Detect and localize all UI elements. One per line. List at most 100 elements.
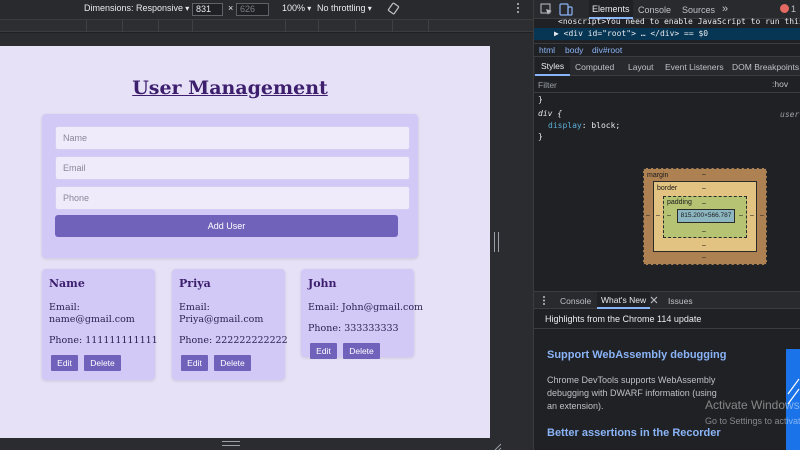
delete-button[interactable]: Delete [214,355,251,371]
user-phone: Phone: 333333333 [308,323,399,334]
user-email: Email: name@gmail.com [49,302,151,326]
border-left-value: – [656,212,660,219]
user-email: Email: Priya@gmail.com [179,302,281,326]
throttling-dropdown[interactable]: No throttling [317,3,372,13]
margin-label: margin [647,172,669,179]
divider [534,328,800,329]
css-property: display [548,121,582,130]
whats-new-body: Chrome DevTools supports WebAssembly deb… [547,375,717,411]
breadcrumb-body[interactable]: body [565,45,583,55]
padding-right-value: – [739,212,743,219]
dom-breadcrumbs: html body div#root [534,43,800,57]
error-icon[interactable] [780,4,789,13]
css-brace: } [538,132,543,141]
add-user-form: Name Email Phone Add User [42,114,418,258]
activate-windows-watermark: Activate Windows [705,398,800,412]
user-name: John [308,277,337,290]
margin-left-value: – [646,212,650,219]
tab-console[interactable]: Console [638,5,671,15]
user-card: Name Email: name@gmail.com Phone: 111111… [42,269,158,380]
tab-dom-breakpoints[interactable]: DOM Breakpoints [732,62,799,72]
user-phone: Phone: 222222222222 [179,335,288,346]
device-toolbar: Dimensions: Responsive 831 × 626 100% No… [0,0,533,20]
css-declaration[interactable]: display: block; [548,121,620,130]
css-brace: } [538,95,543,104]
tab-sources[interactable]: Sources [682,5,715,15]
email-line: Email: John@gmail.com [308,302,424,313]
delete-button[interactable]: Delete [343,343,380,359]
email-line: Email: [49,302,80,313]
edit-button[interactable]: Edit [310,343,337,359]
viewport-resize-handle-bottom[interactable] [222,441,240,446]
dom-node-root-selected[interactable]: ▶ <div id="root"> … </div> == $0 [534,28,800,40]
whats-new-subtitle: Highlights from the Chrome 114 update [545,314,702,324]
media-query-bar [0,20,533,32]
zoom-dropdown[interactable]: 100% [282,3,311,13]
device-toggle-icon[interactable] [559,3,573,18]
margin-top-value: – [702,171,706,178]
padding-bottom-value: – [702,228,706,235]
user-phone: Phone: 111111111111 [49,335,158,346]
user-name: Priya [179,277,211,290]
delete-button[interactable]: Delete [84,355,121,371]
page-title: User Management [132,77,328,99]
dimensions-dropdown[interactable]: Dimensions: Responsive [84,3,189,13]
dom-node-noscript[interactable]: <noscript>You need to enable JavaScript … [558,17,800,26]
page-viewport: User Management Name Email Phone Add Use… [0,46,490,438]
phone-input[interactable]: Phone [55,186,410,210]
close-icon[interactable] [650,296,658,306]
styles-filter-input[interactable]: Filter [538,79,763,91]
height-input[interactable]: 626 [236,3,269,16]
margin-bottom-value: – [702,254,706,261]
hover-state-toggle[interactable]: :hov [772,79,788,89]
email-input[interactable]: Email [55,156,410,180]
tab-event-listeners[interactable]: Event Listeners [665,62,724,72]
drawer-menu-icon[interactable] [542,295,546,308]
css-source-label: user [780,110,800,119]
css-selector[interactable]: div { [538,109,562,118]
user-card: John Email: John@gmail.com Phone: 333333… [301,269,424,359]
email-line: name@gmail.com [49,314,135,325]
inspect-element-icon[interactable] [540,3,553,18]
dom-tree: <noscript>You need to enable JavaScript … [534,17,800,43]
tab-computed[interactable]: Computed [575,62,614,72]
viewport-resize-corner[interactable] [492,440,502,450]
activate-windows-subtitle: Go to Settings to activate Windows. [705,416,800,426]
padding-left-value: – [667,212,671,219]
border-bottom-value: – [702,242,706,249]
dimension-separator: × [228,3,234,13]
email-line: Email: [179,302,210,313]
name-input[interactable]: Name [55,126,410,150]
css-rules: } div { user display: block; } [534,94,800,144]
more-options-icon[interactable] [516,2,520,16]
css-value: : block; [581,121,621,130]
padding-top-value: – [702,200,706,207]
error-count[interactable]: 1 [791,4,796,14]
browser-devtools-window: Dimensions: Responsive 831 × 626 100% No… [0,0,800,450]
rotate-icon[interactable] [387,2,400,17]
border-label: border [657,185,678,192]
breadcrumb-div-root[interactable]: div#root [592,45,622,55]
breadcrumb-html[interactable]: html [539,45,555,55]
whats-new-heading[interactable]: Support WebAssembly debugging [547,349,726,361]
edit-button[interactable]: Edit [181,355,208,371]
edit-button[interactable]: Edit [51,355,78,371]
drawer-tab-console[interactable]: Console [560,296,591,306]
border-right-value: – [750,212,754,219]
add-user-button[interactable]: Add User [55,215,398,237]
styles-filter-bar: Filter :hov [534,77,800,93]
drawer-tab-whats-new[interactable]: What's New [597,292,651,309]
user-email: Email: John@gmail.com [308,302,424,314]
border-top-value: – [702,185,706,192]
viewport-resize-handle-right[interactable] [494,232,499,252]
width-input[interactable]: 831 [192,3,223,16]
drawer-tab-issues[interactable]: Issues [668,296,693,306]
box-model-content-size[interactable]: 815.200×566.787 [677,209,735,223]
styles-pane-tabs: Styles Computed Layout Event Listeners D… [534,57,800,76]
whats-new-heading[interactable]: Better assertions in the Recorder [547,427,721,439]
devtools-panel: Elements Console Sources » 1 <noscript>Y… [533,0,800,450]
user-card: Priya Email: Priya@gmail.com Phone: 2222… [172,269,288,380]
tab-layout[interactable]: Layout [628,62,654,72]
more-tabs-icon[interactable]: » [722,3,728,15]
tab-styles[interactable]: Styles [535,57,571,76]
